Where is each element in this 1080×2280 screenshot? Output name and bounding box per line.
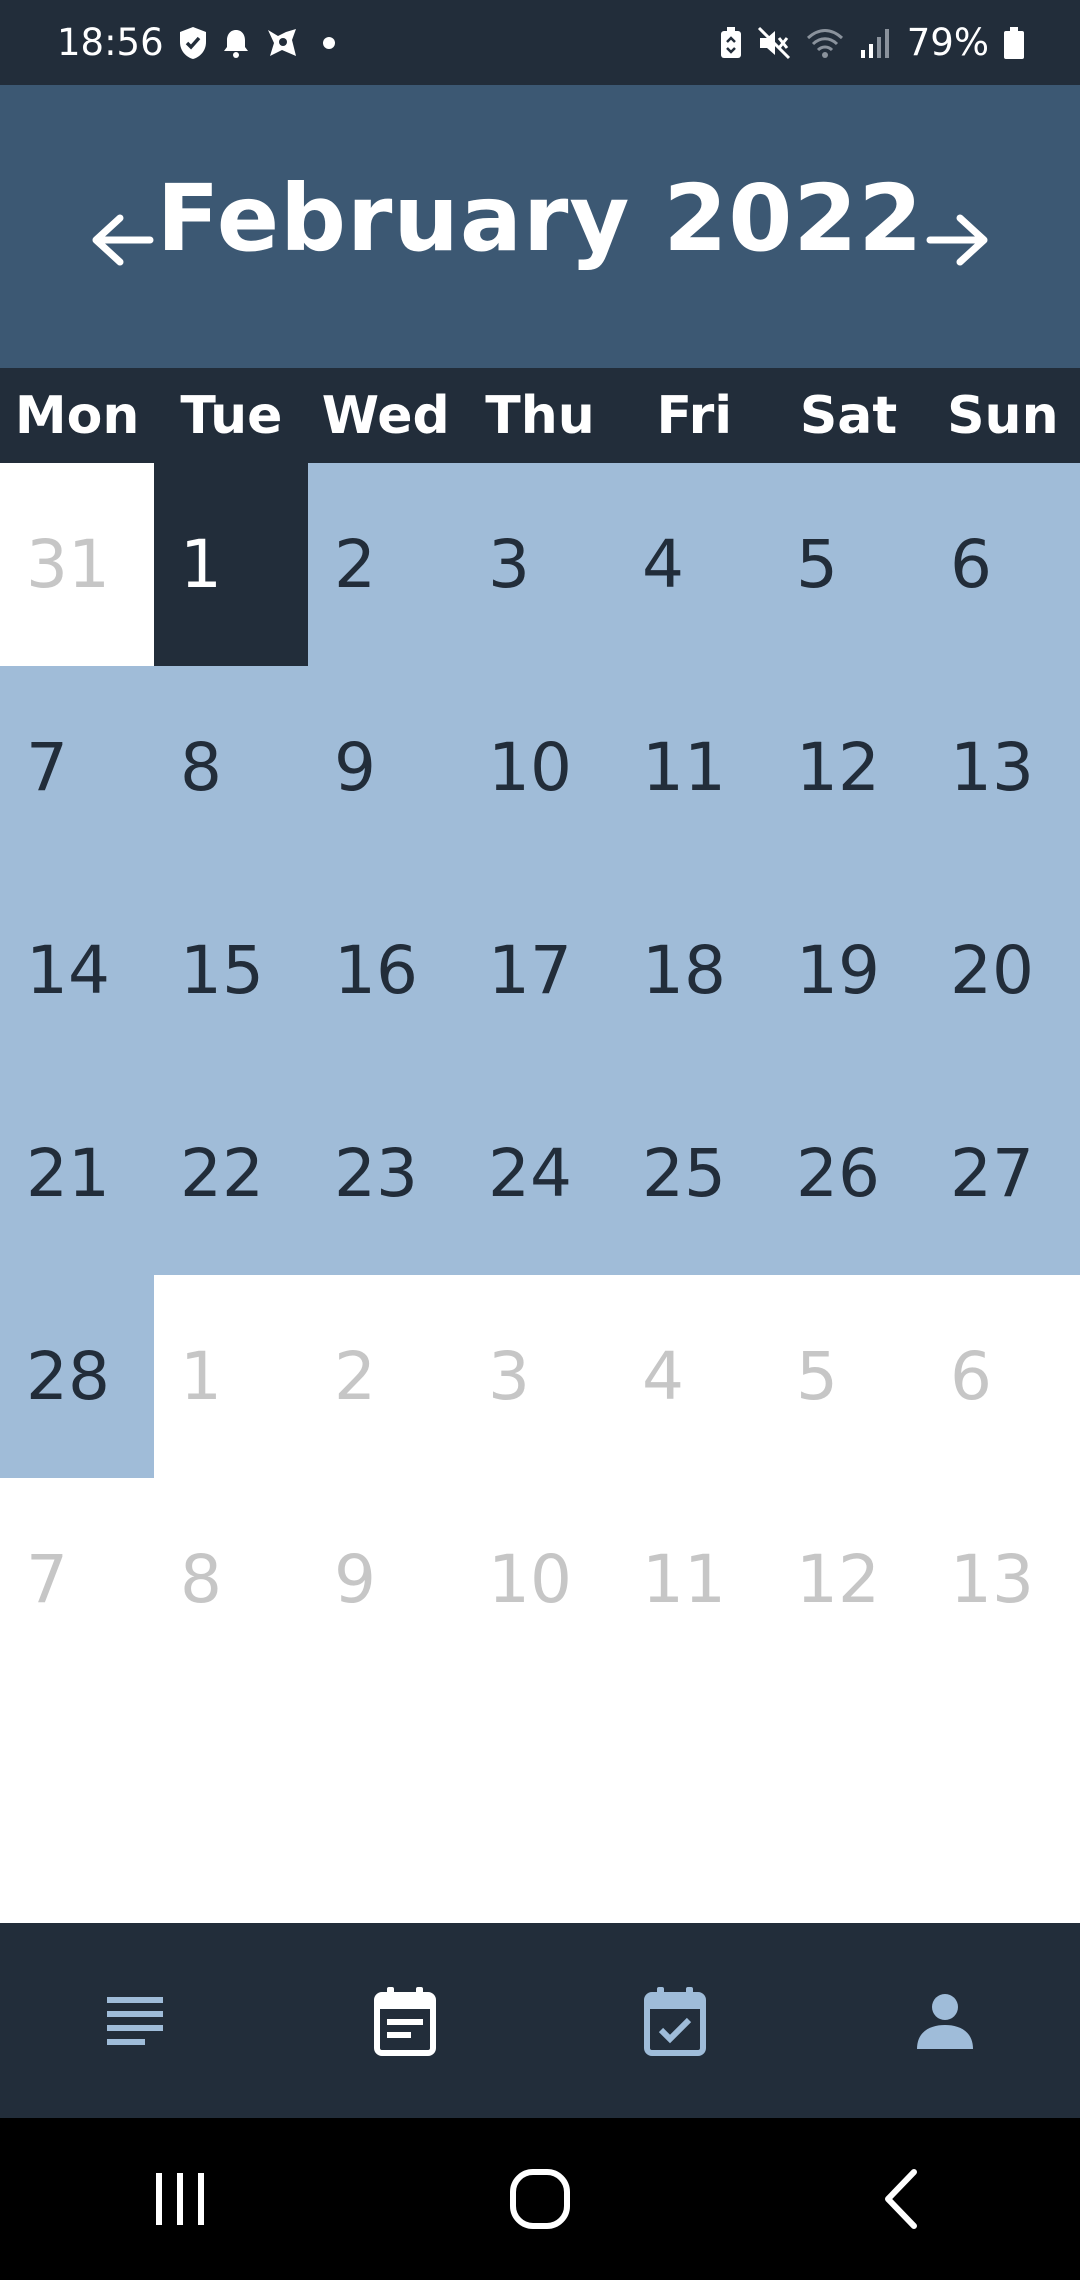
calendar-day-outside-month[interactable]: 12 xyxy=(770,1478,924,1681)
app-notification-icon xyxy=(264,26,300,60)
calendar-day[interactable]: 2 xyxy=(308,463,462,666)
nav-list-button[interactable] xyxy=(75,1961,195,2081)
calendar-day-outside-month[interactable]: 9 xyxy=(308,1478,462,1681)
calendar-day-outside-month[interactable]: 8 xyxy=(154,1478,308,1681)
calendar-month-icon xyxy=(374,1986,436,2056)
dot-icon xyxy=(314,35,344,51)
weekday-wed: Wed xyxy=(321,385,450,446)
status-bar-right: 79% xyxy=(719,21,1025,64)
calendar-day[interactable]: 7 xyxy=(0,666,154,869)
calendar-day-outside-month[interactable]: 5 xyxy=(770,1275,924,1478)
weekday-sun: Sun xyxy=(947,385,1059,446)
calendar-day[interactable]: 5 xyxy=(770,463,924,666)
weekday-fri: Fri xyxy=(656,385,733,446)
calendar-day-outside-month[interactable]: 6 xyxy=(924,1275,1080,1478)
calendar-day-outside-month[interactable]: 7 xyxy=(0,1478,154,1681)
weekday-header-row: Mon Tue Wed Thu Fri Sat Sun xyxy=(0,368,1080,463)
status-time: 18:56 xyxy=(57,21,164,64)
calendar-day[interactable]: 24 xyxy=(462,1072,616,1275)
calendar-day[interactable]: 14 xyxy=(0,869,154,1072)
calendar-day[interactable]: 4 xyxy=(616,463,770,666)
calendar-day[interactable]: 25 xyxy=(616,1072,770,1275)
calendar-day[interactable]: 17 xyxy=(462,869,616,1072)
calendar-day[interactable]: 12 xyxy=(770,666,924,869)
nav-calendar-button[interactable] xyxy=(345,1961,465,2081)
calendar-day[interactable]: 16 xyxy=(308,869,462,1072)
calendar-day[interactable]: 11 xyxy=(616,666,770,869)
calendar-day[interactable]: 13 xyxy=(924,666,1080,869)
calendar-day[interactable]: 10 xyxy=(462,666,616,869)
signal-icon xyxy=(859,26,893,60)
status-bar-left: 18:56 xyxy=(57,21,344,64)
bell-icon xyxy=(222,27,250,59)
month-header: February 2022 xyxy=(0,85,1080,368)
weekday-thu: Thu xyxy=(485,385,595,446)
calendar-day[interactable]: 21 xyxy=(0,1072,154,1275)
calendar-day[interactable]: 8 xyxy=(154,666,308,869)
calendar-day[interactable]: 18 xyxy=(616,869,770,1072)
calendar-day[interactable]: 26 xyxy=(770,1072,924,1275)
calendar-day-outside-month[interactable]: 13 xyxy=(924,1478,1080,1681)
calendar-day-outside-month[interactable]: 1 xyxy=(154,1275,308,1478)
calendar-day[interactable]: 27 xyxy=(924,1072,1080,1275)
calendar-day[interactable]: 22 xyxy=(154,1072,308,1275)
next-month-button[interactable] xyxy=(903,185,1013,295)
calendar-day-outside-month[interactable]: 3 xyxy=(462,1275,616,1478)
calendar-day-outside-month[interactable]: 10 xyxy=(462,1478,616,1681)
status-bar: 18:56 79% xyxy=(0,0,1080,85)
calendar-day-outside-month[interactable]: 4 xyxy=(616,1275,770,1478)
arrow-right-icon xyxy=(926,214,988,266)
shield-check-icon xyxy=(178,26,208,60)
calendar-day[interactable]: 23 xyxy=(308,1072,462,1275)
battery-icon xyxy=(1003,26,1025,60)
weekday-sat: Sat xyxy=(799,385,898,446)
back-icon xyxy=(885,2169,917,2229)
nav-tasks-button[interactable] xyxy=(615,1961,735,2081)
battery-percent: 79% xyxy=(906,21,989,64)
calendar-day[interactable]: 9 xyxy=(308,666,462,869)
mute-icon xyxy=(757,26,791,60)
calendar-day[interactable]: 15 xyxy=(154,869,308,1072)
nav-profile-button[interactable] xyxy=(885,1961,1005,2081)
back-button[interactable] xyxy=(840,2149,960,2249)
recent-apps-icon xyxy=(156,2173,204,2225)
home-icon xyxy=(510,2169,570,2229)
calendar-day[interactable]: 3 xyxy=(462,463,616,666)
calendar-grid: 31 1 2 3 4 5 6 7 8 9 10 11 12 13 14 15 16 17 18 19 20 21 22 23 2… xyxy=(0,463,1080,1681)
calendar-day-outside-month[interactable]: 11 xyxy=(616,1478,770,1681)
recent-apps-button[interactable] xyxy=(120,2149,240,2249)
calendar-day[interactable]: 28 xyxy=(0,1275,154,1478)
calendar-check-icon xyxy=(644,1986,706,2056)
weekday-mon: Mon xyxy=(14,385,140,446)
list-icon xyxy=(107,1996,163,2045)
calendar-day-outside-month[interactable]: 2 xyxy=(308,1275,462,1478)
calendar-day[interactable]: 6 xyxy=(924,463,1080,666)
weekday-tue: Tue xyxy=(180,385,283,446)
calendar-day-outside-month[interactable]: 31 xyxy=(0,463,154,666)
calendar-day[interactable]: 20 xyxy=(924,869,1080,1072)
wifi-icon xyxy=(805,26,845,60)
calendar-day-today[interactable]: 1 xyxy=(154,463,308,666)
system-navigation-bar xyxy=(0,2118,1080,2280)
battery-saver-icon xyxy=(719,26,743,60)
bottom-navigation xyxy=(0,1923,1080,2118)
home-button[interactable] xyxy=(480,2149,600,2249)
person-icon xyxy=(917,1993,973,2049)
calendar-day[interactable]: 19 xyxy=(770,869,924,1072)
